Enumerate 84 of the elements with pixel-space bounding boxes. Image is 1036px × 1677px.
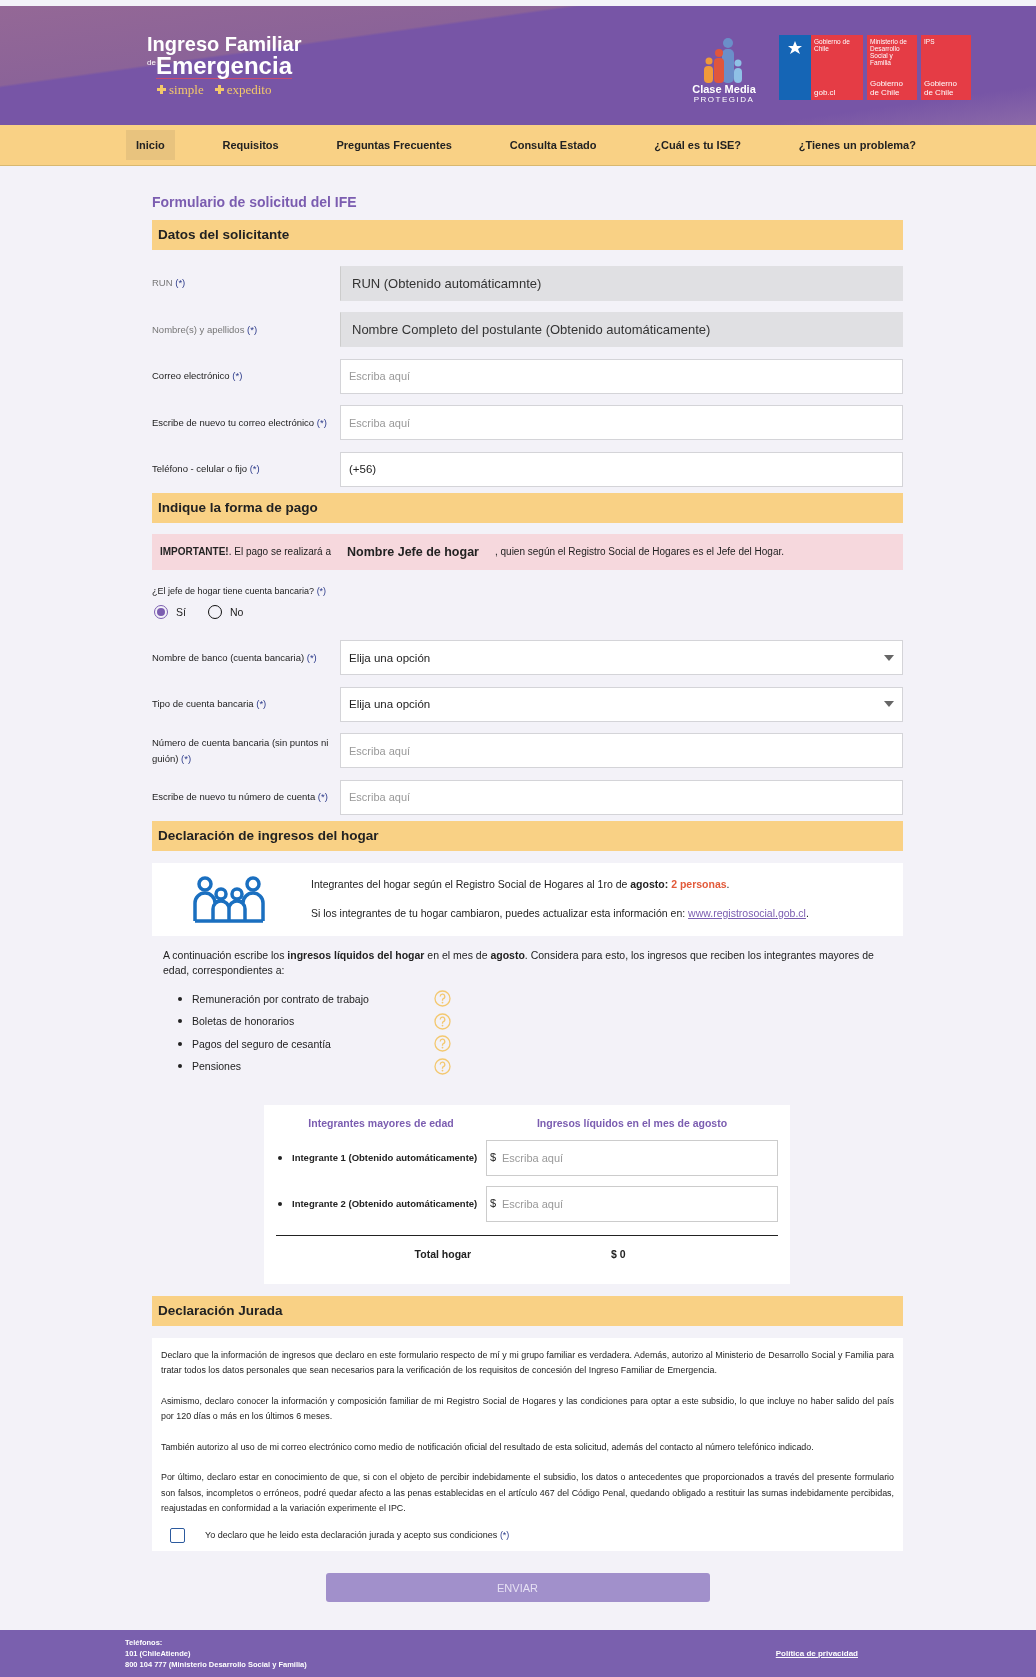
section-header: Datos del solicitante bbox=[152, 220, 903, 250]
logo-title: Ingreso Familiar bbox=[147, 33, 303, 54]
input-field[interactable]: Escriba aquí bbox=[340, 733, 903, 769]
form-title: Formulario de solicitud del IFE bbox=[152, 194, 358, 210]
bullet-icon bbox=[278, 1201, 282, 1206]
tile-footer: gob.cl bbox=[814, 88, 860, 97]
nav-link[interactable]: Consulta Estado bbox=[499, 130, 607, 160]
field-label: Nombre(s) y apellidos (*) bbox=[152, 322, 259, 337]
privacy-link[interactable]: Política de privacidad bbox=[775, 1649, 858, 1658]
logo-tagline: simple bbox=[169, 81, 204, 98]
field-label: Correo electrónico (*) bbox=[152, 369, 244, 384]
declaration-paragraph: Asimismo, declaro conocer la información y composición familiar de mi Registro Social de Hogares y las condiciones para optar a este subsidio, lo que incluye no haber salido del país por 120 días o más en los últimos 6 meses. bbox=[161, 1394, 894, 1423]
column-header: Ingresos líquidos en el mes de agosto bbox=[535, 1116, 729, 1129]
field-label: Teléfono - celular o fijo (*) bbox=[152, 462, 261, 477]
declaration-paragraph: Por último, declaro estar en conocimiento de que, si con el objeto de percibir indebidamente el subsidio, los datos o antecedentes que proporcionados a través del presente formulario son falsos, incompletos o erróneos, podré quedar afecto a las penas establecidas en el artículo 467 del Código Penal, quedando obligado a restituir las sumas indebidamente percibidas, reajustadas en conformidad a la variación experimente el IPC. bbox=[161, 1471, 894, 1515]
select-field[interactable]: Elija una opción bbox=[340, 640, 903, 676]
readonly-field: Nombre Completo del postulante (Obtenido automáticamente) bbox=[340, 312, 903, 348]
income-source: Boletas de honorarios bbox=[192, 1015, 296, 1028]
registro-social-link[interactable]: www.registrosocial.gob.cl bbox=[688, 907, 806, 919]
input-field[interactable]: Escriba aquí bbox=[340, 358, 903, 394]
help-icon[interactable] bbox=[434, 1035, 451, 1053]
section-header: Indique la forma de pago bbox=[152, 492, 903, 523]
section-header: Declaración Jurada bbox=[152, 1295, 903, 1326]
caret-icon bbox=[884, 654, 894, 661]
readonly-field: RUN (Obtenido automáticamnte) bbox=[340, 265, 903, 301]
input-field[interactable]: Escriba aquí bbox=[340, 779, 903, 815]
member-name: Integrante 1 (Obtenido automáticamente) bbox=[292, 1152, 478, 1163]
currency-symbol: $ bbox=[490, 1196, 497, 1209]
radio-option[interactable]: No bbox=[207, 604, 244, 619]
household-head-name: Nombre Jefe de hogar bbox=[347, 544, 479, 559]
partner-logo-subtitle: PROTEGIDA bbox=[693, 95, 755, 104]
column-header: Integrantes mayores de edad bbox=[307, 1116, 455, 1129]
tile-footer: Gobierno de Chile bbox=[870, 79, 914, 97]
star-emblem-icon bbox=[786, 41, 804, 55]
currency-symbol: $ bbox=[490, 1150, 497, 1163]
nav-link[interactable]: Requisitos bbox=[212, 130, 289, 160]
checkbox[interactable] bbox=[170, 1527, 185, 1543]
total-value: $ 0 bbox=[611, 1247, 626, 1260]
partner-logo-title: Clase Media bbox=[692, 83, 756, 95]
bullet-icon bbox=[278, 1155, 282, 1160]
update-sentence: Si los integrantes de tu hogar cambiaron, puedes actualizar esta información en: www.registrosocial.gob.cl. bbox=[311, 906, 809, 921]
declaration-paragraph: También autorizo al uso de mi correo electrónico como medio de notificación oficial del resultado de esta solicitud, además del contacto al número telefónico indicado. bbox=[161, 1440, 815, 1454]
income-source: Pagos del seguro de cesantía bbox=[192, 1037, 332, 1050]
caret-icon bbox=[884, 701, 894, 708]
logo-tagline: expedito bbox=[226, 81, 272, 98]
question-label: ¿El jefe de hogar tiene cuenta bancaria? (*) bbox=[152, 585, 328, 596]
notice-text: , quien según el Registro Social de Hogares es el Jefe del Hogar. bbox=[494, 546, 785, 557]
bullet-icon bbox=[178, 1041, 182, 1046]
field-label: Nombre de banco (cuenta bancaria) (*) bbox=[152, 650, 318, 665]
help-icon[interactable] bbox=[434, 990, 451, 1008]
total-label: Total hogar bbox=[413, 1247, 471, 1260]
field-label: Escribe de nuevo tu correo electrónico (*) bbox=[152, 415, 328, 430]
intro-paragraph: A continuación escribe los ingresos líquidos del hogar en el mes de agosto. Considera para esto, los ingresos que reciben los integrantes mayores de edad, correspondientes a: bbox=[163, 947, 875, 978]
field-label: Número de cuenta bancaria (sin puntos ni guión) (*) bbox=[152, 735, 330, 766]
income-source: Pensiones bbox=[192, 1060, 243, 1073]
plus-icon bbox=[157, 85, 166, 94]
section-header: Declaración de ingresos del hogar bbox=[152, 820, 903, 851]
input-field[interactable]: (+56) bbox=[340, 451, 903, 487]
notice-text: IMPORTANTE!. El pago se realizará a bbox=[160, 546, 331, 557]
input-field[interactable]: Escriba aquí bbox=[340, 405, 903, 441]
field-label: RUN (*) bbox=[152, 276, 187, 291]
nav-link[interactable]: ¿Cuál es tu ISE? bbox=[644, 130, 752, 160]
nav-link[interactable]: Preguntas Frecuentes bbox=[326, 130, 462, 160]
logo-prefix: de bbox=[147, 57, 156, 67]
members-sentence: Integrantes del hogar según el Registro Social de Hogares al 1ro de agosto: 2 personas. bbox=[311, 877, 731, 892]
tile-footer: Gobierno de Chile bbox=[924, 79, 968, 97]
help-icon[interactable] bbox=[434, 1057, 451, 1075]
nav-link[interactable]: ¿Tienes un problema? bbox=[788, 130, 926, 160]
income-source: Remuneración por contrato de trabajo bbox=[192, 992, 370, 1005]
bullet-icon bbox=[178, 1019, 182, 1024]
bullet-icon bbox=[178, 996, 182, 1001]
field-label: Tipo de cuenta bancaria (*) bbox=[152, 697, 268, 712]
radio-option[interactable]: Sí bbox=[154, 604, 186, 619]
nav-link[interactable]: Inicio bbox=[126, 130, 175, 160]
bullet-icon bbox=[178, 1064, 182, 1069]
help-icon[interactable] bbox=[434, 1012, 451, 1030]
checkbox-label: Yo declaro que he leido esta declaración jurada y acepto sus condiciones (*) bbox=[205, 1528, 510, 1542]
field-label: Escribe de nuevo tu número de cuenta (*) bbox=[152, 790, 329, 805]
member-name: Integrante 2 (Obtenido automáticamente) bbox=[292, 1198, 478, 1209]
plus-icon bbox=[214, 85, 224, 94]
logo-title: Emergencia bbox=[155, 53, 292, 79]
select-field[interactable]: Elija una opción bbox=[340, 686, 903, 722]
family-icon bbox=[192, 875, 266, 923]
declaration-paragraph: Declaro que la información de ingresos que declaro en este formulario respecto de mí y mi grupo familiar es verdadera. Además, autorizo al Ministerio de Desarrollo Social y Familia para tratar todos los datos personales que sean necesarios para la verificación de los requisitos de concesión del Ingreso Familiar de Emergencia. bbox=[161, 1348, 894, 1377]
